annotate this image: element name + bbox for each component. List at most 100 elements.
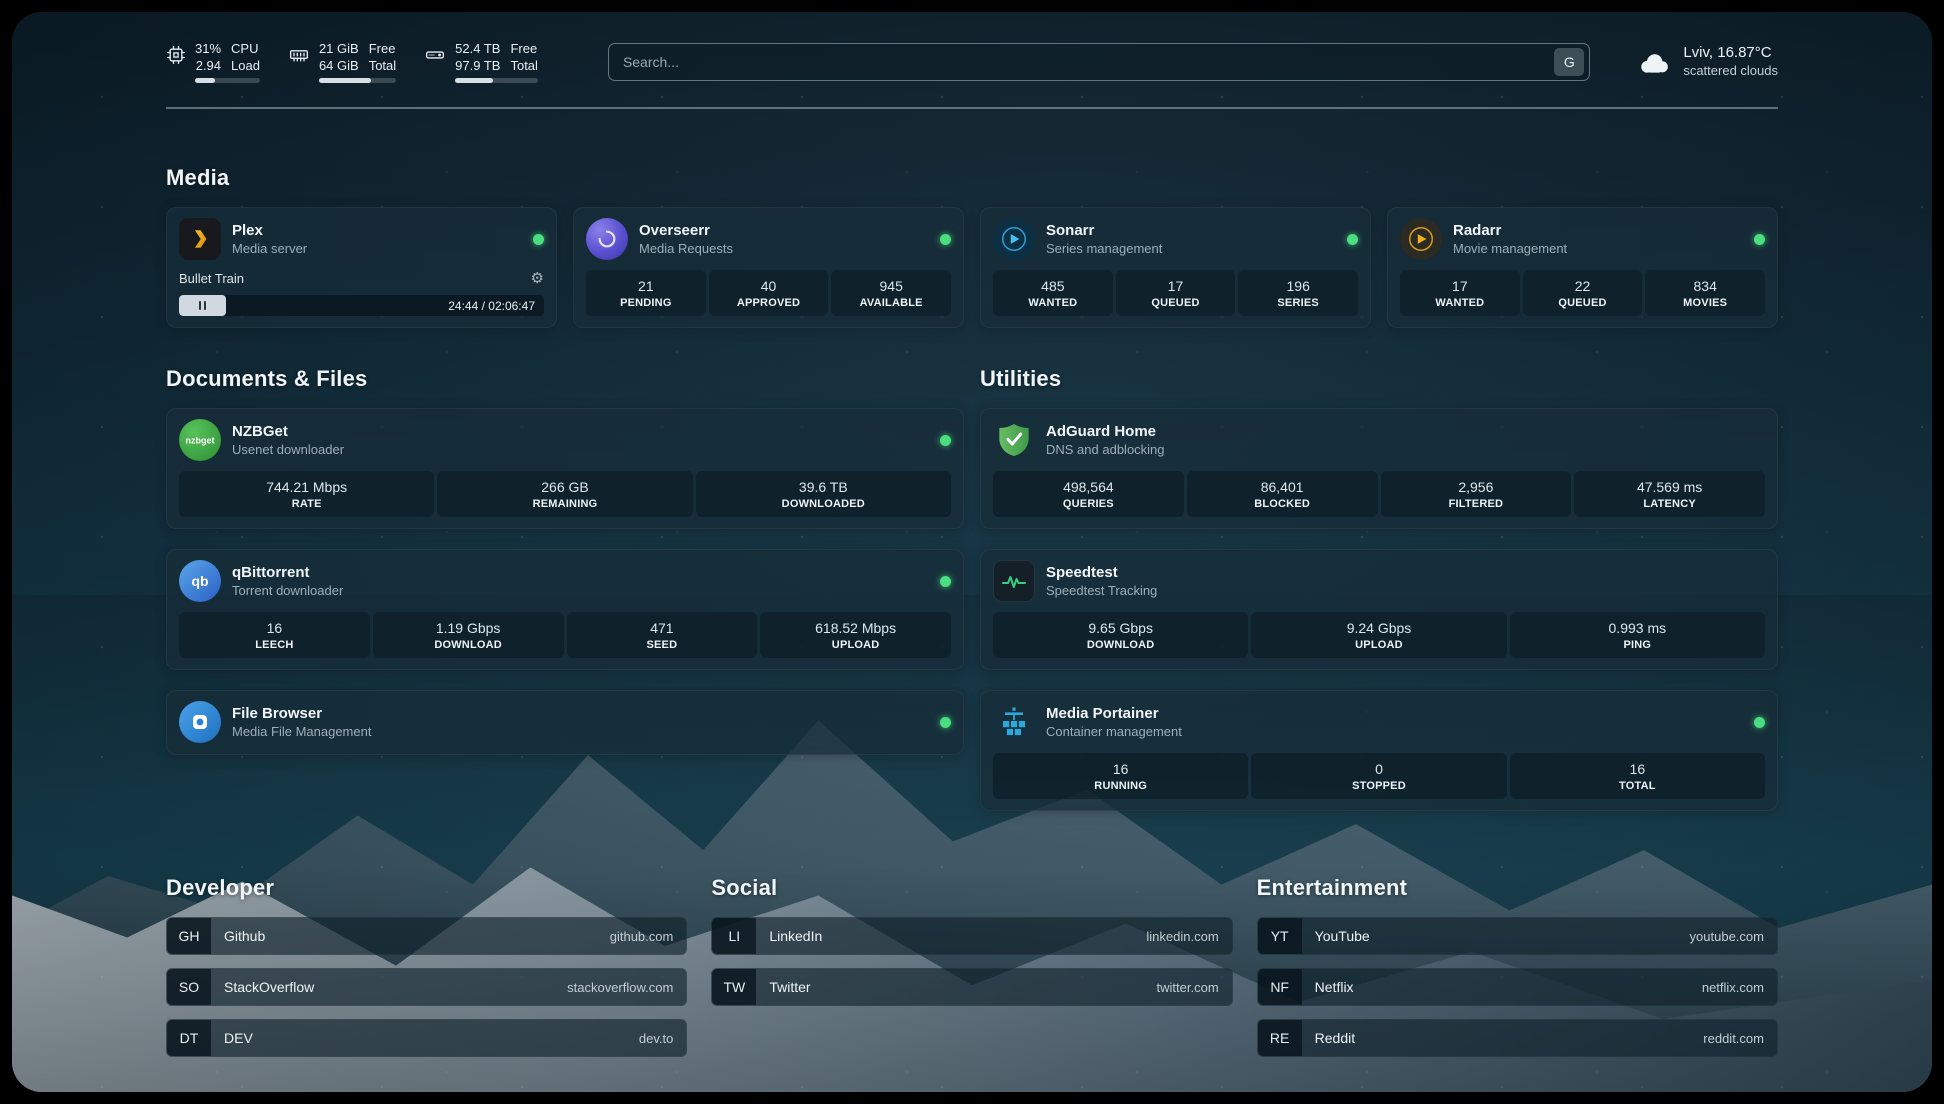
section-entertainment: Entertainment YT YouTube youtube.com NF …: [1257, 875, 1778, 1070]
stat-label: APPROVED: [713, 297, 825, 309]
stat-value: 471: [571, 620, 754, 636]
nzbget-icon: nzbget: [179, 419, 221, 461]
bookmark-url: github.com: [610, 929, 674, 944]
stat-value: 618.52 Mbps: [764, 620, 947, 636]
bookmark-github[interactable]: GH Github github.com: [166, 917, 687, 955]
stat-value: 196: [1242, 278, 1354, 294]
bookmark-linkedin[interactable]: LI LinkedIn linkedin.com: [711, 917, 1232, 955]
bookmark-youtube[interactable]: YT YouTube youtube.com: [1257, 917, 1778, 955]
bookmark-url: dev.to: [639, 1031, 673, 1046]
stat-value: 17: [1404, 278, 1516, 294]
cpu-progress-track: [195, 78, 260, 83]
stat-stopped: 0 STOPPED: [1251, 753, 1506, 799]
stat-label: QUEUED: [1120, 297, 1232, 309]
section-title-utilities: Utilities: [980, 366, 1778, 392]
service-subtitle: Container management: [1046, 724, 1182, 739]
service-card-filebrowser[interactable]: File Browser Media File Management: [166, 690, 964, 755]
bookmark-name: DEV: [224, 1030, 253, 1046]
stat-label: MOVIES: [1649, 297, 1761, 309]
memory-icon: [288, 45, 310, 65]
pause-icon[interactable]: [199, 301, 207, 310]
stat-value: 834: [1649, 278, 1761, 294]
service-name: Speedtest: [1046, 564, 1157, 581]
service-card-nzbget[interactable]: nzbget NZBGet Usenet downloader 744.21 M…: [166, 408, 964, 529]
stat-label: PENDING: [590, 297, 702, 309]
stat-pending: 21 PENDING: [586, 270, 706, 316]
bookmark-abbr: GH: [167, 918, 211, 954]
service-name: Radarr: [1453, 222, 1567, 239]
stat-label: UPLOAD: [764, 639, 947, 651]
bookmark-abbr: TW: [712, 969, 756, 1005]
overseerr-icon: [586, 218, 628, 260]
stat-download: 9.65 Gbps DOWNLOAD: [993, 612, 1248, 658]
cpu-label: CPU: [231, 40, 260, 57]
bookmark-name: Reddit: [1315, 1030, 1355, 1046]
stat-wanted: 17 WANTED: [1400, 270, 1520, 316]
service-card-qbittorrent[interactable]: qb qBittorrent Torrent downloader 16 LEE…: [166, 549, 964, 670]
stat-value: 0: [1255, 761, 1502, 777]
service-subtitle: Speedtest Tracking: [1046, 583, 1157, 598]
stat-value: 945: [835, 278, 947, 294]
bookmark-reddit[interactable]: RE Reddit reddit.com: [1257, 1019, 1778, 1057]
section-media: Media Plex: [166, 165, 1778, 328]
stat-series: 196 SERIES: [1238, 270, 1358, 316]
bookmark-stackoverflow[interactable]: SO StackOverflow stackoverflow.com: [166, 968, 687, 1006]
bookmark-name: StackOverflow: [224, 979, 314, 995]
stat-label: SEED: [571, 639, 754, 651]
stat-rate: 744.21 Mbps RATE: [179, 471, 434, 517]
service-name: Plex: [232, 222, 307, 239]
bookmark-twitter[interactable]: TW Twitter twitter.com: [711, 968, 1232, 1006]
stat-value: 9.24 Gbps: [1255, 620, 1502, 636]
service-card-sonarr[interactable]: Sonarr Series management 485 WANTED 17 Q…: [980, 207, 1371, 328]
bookmark-netflix[interactable]: NF Netflix netflix.com: [1257, 968, 1778, 1006]
stat-label: WANTED: [1404, 297, 1516, 309]
cloud-icon: [1636, 48, 1672, 76]
status-dot: [940, 717, 951, 728]
bookmark-url: twitter.com: [1157, 980, 1219, 995]
service-card-radarr[interactable]: Radarr Movie management 17 WANTED 22 QUE…: [1387, 207, 1778, 328]
bookmark-url: reddit.com: [1703, 1031, 1764, 1046]
cpu-icon: [166, 45, 186, 65]
cpu-load-value: 2.94: [196, 57, 221, 74]
stat-filtered: 2,956 FILTERED: [1381, 471, 1572, 517]
stat-downloaded: 39.6 TB DOWNLOADED: [696, 471, 951, 517]
status-dot: [533, 234, 544, 245]
search-provider-button[interactable]: G: [1554, 48, 1584, 76]
portainer-icon: [993, 701, 1035, 743]
service-card-adguard[interactable]: AdGuard Home DNS and adblocking 498,564 …: [980, 408, 1778, 529]
service-card-plex[interactable]: Plex Media server Bullet Train ⚙ 24:44: [166, 207, 557, 328]
section-title-documents: Documents & Files: [166, 366, 964, 392]
stat-approved: 40 APPROVED: [709, 270, 829, 316]
gear-icon[interactable]: ⚙: [531, 269, 544, 287]
playback-time: 24:44 / 02:06:47: [448, 299, 544, 313]
disk-progress-track: [455, 78, 538, 83]
service-card-speedtest[interactable]: Speedtest Speedtest Tracking 9.65 Gbps D…: [980, 549, 1778, 670]
disk-total-value: 97.9 TB: [455, 57, 500, 74]
disk-free-value: 52.4 TB: [455, 40, 500, 57]
stat-value: 17: [1120, 278, 1232, 294]
weather-condition: scattered clouds: [1683, 62, 1778, 80]
bookmark-dev[interactable]: DT DEV dev.to: [166, 1019, 687, 1057]
stat-label: AVAILABLE: [835, 297, 947, 309]
stat-upload: 9.24 Gbps UPLOAD: [1251, 612, 1506, 658]
disk-icon: [424, 45, 446, 65]
stat-leech: 16 LEECH: [179, 612, 370, 658]
filebrowser-icon: [179, 701, 221, 743]
svg-text:nzbget: nzbget: [186, 436, 215, 446]
stat-label: RUNNING: [997, 780, 1244, 792]
status-dot: [1347, 234, 1358, 245]
stat-label: UPLOAD: [1255, 639, 1502, 651]
memory-progress-track: [319, 78, 396, 83]
service-card-portainer[interactable]: Media Portainer Container management 16 …: [980, 690, 1778, 811]
stat-value: 16: [997, 761, 1244, 777]
bookmark-name: Netflix: [1315, 979, 1354, 995]
stat-upload: 618.52 Mbps UPLOAD: [760, 612, 951, 658]
search-input[interactable]: [623, 54, 1554, 70]
status-dot: [1754, 717, 1765, 728]
stat-queued: 17 QUEUED: [1116, 270, 1236, 316]
stat-value: 16: [183, 620, 366, 636]
service-subtitle: Media server: [232, 241, 307, 256]
stat-movies: 834 MOVIES: [1645, 270, 1765, 316]
service-card-overseerr[interactable]: Overseerr Media Requests 21 PENDING 40 A…: [573, 207, 964, 328]
stat-value: 39.6 TB: [700, 479, 947, 495]
